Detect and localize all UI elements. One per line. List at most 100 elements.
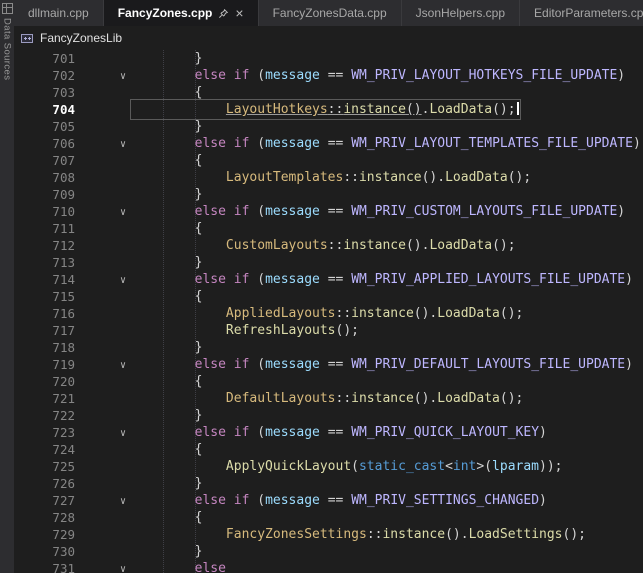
code-text[interactable]: ApplyQuickLayout(static_cast<int>(lparam… [132, 458, 563, 475]
code-text[interactable]: } [132, 118, 202, 135]
code-text[interactable]: { [132, 288, 202, 305]
tab-fancyzones-cpp[interactable]: FancyZones.cpp× [104, 0, 259, 26]
code-line[interactable]: 727 ∨ else if (message == WM_PRIV_SETTING… [14, 492, 643, 509]
fold-toggle-icon[interactable]: ∨ [120, 496, 126, 507]
code-line[interactable]: 722 } [14, 407, 643, 424]
code-text[interactable]: else if (message == WM_PRIV_CUSTOM_LAYOU… [132, 203, 625, 220]
code-text[interactable]: { [132, 152, 202, 169]
code-line[interactable]: 713 } [14, 254, 643, 271]
line-number[interactable]: 725 [14, 458, 75, 475]
code-line[interactable]: 707 { [14, 152, 643, 169]
tool-window-strip[interactable]: Data Sources [0, 0, 14, 573]
code-line[interactable]: 701 } [14, 50, 643, 67]
tab-fancyzonesdata-cpp[interactable]: FancyZonesData.cpp [259, 0, 402, 26]
line-number[interactable]: 712 [14, 237, 75, 254]
line-number[interactable]: 710 [14, 203, 75, 220]
line-number[interactable]: 714 [14, 271, 75, 288]
project-name[interactable]: FancyZonesLib [40, 31, 122, 45]
code-line[interactable]: 720 { [14, 373, 643, 390]
code-line[interactable]: 723 ∨ else if (message == WM_PRIV_QUICK_L… [14, 424, 643, 441]
code-text[interactable]: else [132, 560, 226, 573]
code-text[interactable]: } [132, 543, 202, 560]
fold-toggle-icon[interactable]: ∨ [120, 71, 126, 82]
fold-toggle-icon[interactable]: ∨ [120, 428, 126, 439]
code-line[interactable]: 706 ∨ else if (message == WM_PRIV_LAYOUT_… [14, 135, 643, 152]
code-line[interactable]: 709 } [14, 186, 643, 203]
code-line[interactable]: 724 { [14, 441, 643, 458]
code-text[interactable]: LayoutHotkeys::instance().LoadData(); [132, 101, 519, 118]
line-number[interactable]: 715 [14, 288, 75, 305]
code-line[interactable]: 728 { [14, 509, 643, 526]
line-number[interactable]: 730 [14, 543, 75, 560]
line-number[interactable]: 728 [14, 509, 75, 526]
fold-toggle-icon[interactable]: ∨ [120, 360, 126, 371]
line-number[interactable]: 731 [14, 560, 75, 573]
code-line[interactable]: 712 CustomLayouts::instance().LoadData()… [14, 237, 643, 254]
code-line[interactable]: 715 { [14, 288, 643, 305]
code-text[interactable]: { [132, 373, 202, 390]
tab-jsonhelpers-cpp[interactable]: JsonHelpers.cpp [402, 0, 520, 26]
line-number[interactable]: 721 [14, 390, 75, 407]
code-text[interactable]: } [132, 407, 202, 424]
line-number[interactable]: 726 [14, 475, 75, 492]
pin-icon[interactable] [218, 8, 229, 19]
line-number[interactable]: 723 [14, 424, 75, 441]
fold-toggle-icon[interactable]: ∨ [120, 207, 126, 218]
code-text[interactable]: { [132, 84, 202, 101]
code-text[interactable]: else if (message == WM_PRIV_LAYOUT_HOTKE… [132, 67, 625, 84]
code-text[interactable]: } [132, 50, 202, 67]
line-number[interactable]: 727 [14, 492, 75, 509]
code-text[interactable]: CustomLayouts::instance().LoadData(); [132, 237, 516, 254]
code-text[interactable]: { [132, 220, 202, 237]
line-number[interactable]: 702 [14, 67, 75, 84]
line-number[interactable]: 713 [14, 254, 75, 271]
code-text[interactable]: { [132, 441, 202, 458]
code-text[interactable]: else if (message == WM_PRIV_LAYOUT_TEMPL… [132, 135, 641, 152]
code-line[interactable]: 725 ApplyQuickLayout(static_cast<int>(lp… [14, 458, 643, 475]
code-text[interactable]: } [132, 186, 202, 203]
code-text[interactable]: } [132, 254, 202, 271]
code-line[interactable]: 729 FancyZonesSettings::instance().LoadS… [14, 526, 643, 543]
code-line[interactable]: 711 { [14, 220, 643, 237]
code-line[interactable]: 716 AppliedLayouts::instance().LoadData(… [14, 305, 643, 322]
code-text[interactable]: } [132, 339, 202, 356]
code-text[interactable]: FancyZonesSettings::instance().LoadSetti… [132, 526, 586, 543]
line-number[interactable]: 708 [14, 169, 75, 186]
code-line[interactable]: 703 { [14, 84, 643, 101]
code-line[interactable]: 718 } [14, 339, 643, 356]
line-number[interactable]: 705 [14, 118, 75, 135]
line-number[interactable]: 703 [14, 84, 75, 101]
code-text[interactable]: } [132, 475, 202, 492]
tab-editorparameters-cpp[interactable]: EditorParameters.cpp [520, 0, 643, 26]
code-line[interactable]: 702 ∨ else if (message == WM_PRIV_LAYOUT_… [14, 67, 643, 84]
code-text[interactable]: else if (message == WM_PRIV_SETTINGS_CHA… [132, 492, 547, 509]
code-text[interactable]: else if (message == WM_PRIV_QUICK_LAYOUT… [132, 424, 547, 441]
fold-toggle-icon[interactable]: ∨ [120, 275, 126, 286]
navigation-bar[interactable]: FancyZonesLib [14, 26, 643, 51]
code-line[interactable]: 719 ∨ else if (message == WM_PRIV_DEFAULT… [14, 356, 643, 373]
code-text[interactable]: else if (message == WM_PRIV_DEFAULT_LAYO… [132, 356, 633, 373]
line-number[interactable]: 709 [14, 186, 75, 203]
line-number[interactable]: 701 [14, 50, 75, 67]
code-line[interactable]: 714 ∨ else if (message == WM_PRIV_APPLIED… [14, 271, 643, 288]
line-number[interactable]: 718 [14, 339, 75, 356]
code-text[interactable]: AppliedLayouts::instance().LoadData(); [132, 305, 523, 322]
code-text[interactable]: RefreshLayouts(); [132, 322, 359, 339]
code-line[interactable]: 708 LayoutTemplates::instance().LoadData… [14, 169, 643, 186]
line-number[interactable]: 722 [14, 407, 75, 424]
code-text[interactable]: else if (message == WM_PRIV_APPLIED_LAYO… [132, 271, 633, 288]
fold-toggle-icon[interactable]: ∨ [120, 139, 126, 150]
line-number[interactable]: 717 [14, 322, 75, 339]
fold-toggle-icon[interactable]: ∨ [120, 564, 126, 573]
code-line[interactable]: 721 DefaultLayouts::instance().LoadData(… [14, 390, 643, 407]
line-number[interactable]: 704 [14, 101, 75, 118]
code-line[interactable]: 731 ∨ else [14, 560, 643, 573]
line-number[interactable]: 711 [14, 220, 75, 237]
data-sources-vertical-tab[interactable]: Data Sources [2, 18, 13, 80]
line-number[interactable]: 706 [14, 135, 75, 152]
line-number[interactable]: 707 [14, 152, 75, 169]
code-area[interactable]: 701 }702∨ else if (message == WM_PRIV_LA… [14, 50, 643, 573]
code-line[interactable]: 710 ∨ else if (message == WM_PRIV_CUSTOM_… [14, 203, 643, 220]
line-number[interactable]: 729 [14, 526, 75, 543]
line-number[interactable]: 719 [14, 356, 75, 373]
